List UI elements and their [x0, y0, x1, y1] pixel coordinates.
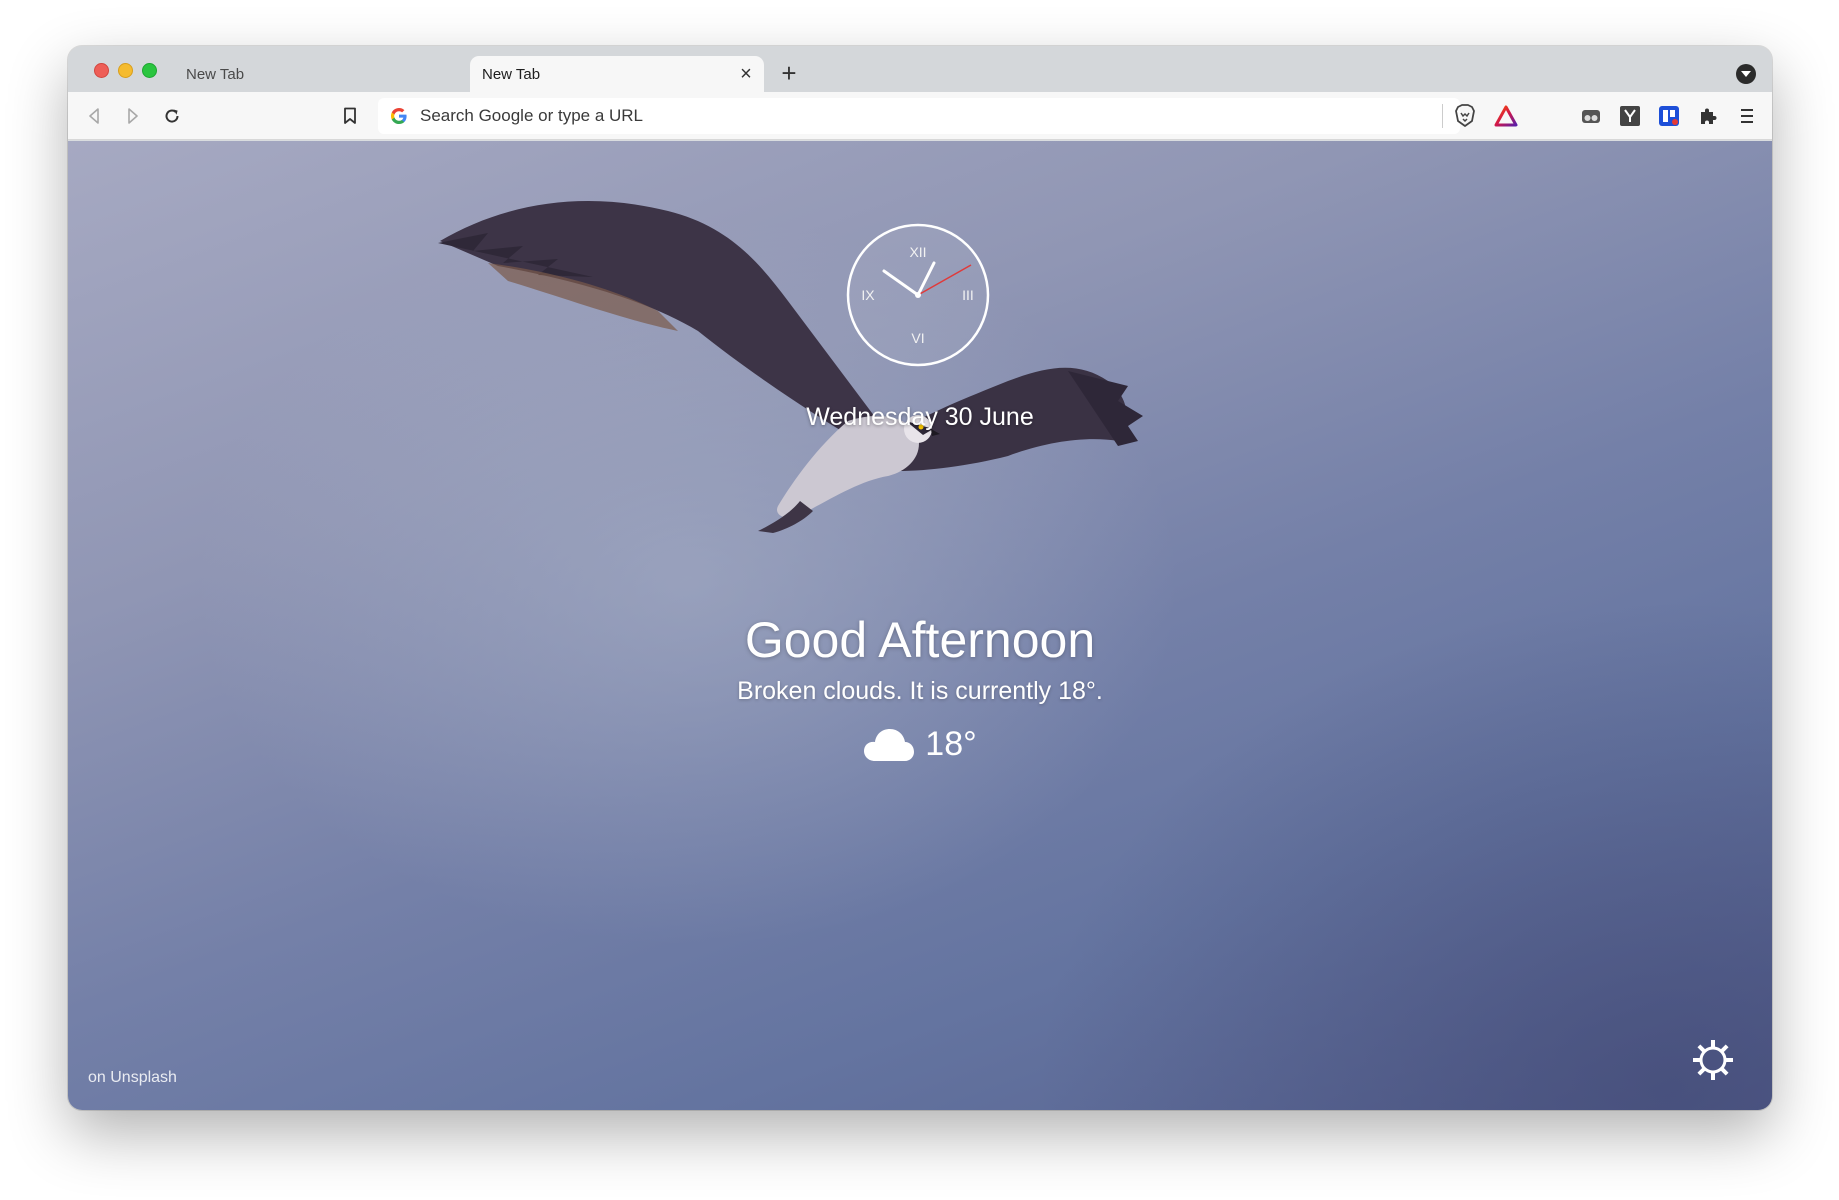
- clock-numeral-9: IX: [861, 287, 875, 303]
- brave-rewards-button[interactable]: [1494, 105, 1518, 127]
- extension-todo-button[interactable]: [1657, 104, 1681, 128]
- tab-strip: New Tab New Tab × +: [68, 46, 1772, 92]
- brave-shields-button[interactable]: [1454, 104, 1478, 128]
- extension-hackernews-button[interactable]: [1618, 104, 1642, 128]
- y-combinator-icon: [1620, 106, 1640, 126]
- bookmark-icon: [344, 107, 356, 124]
- bookmark-button[interactable]: [338, 104, 362, 128]
- puzzle-piece-icon: [1701, 108, 1717, 124]
- omnibox[interactable]: [378, 98, 1518, 134]
- extensions-button[interactable]: [1696, 104, 1720, 128]
- hamburger-menu-icon: [1741, 109, 1753, 123]
- minimize-window-button[interactable]: [118, 63, 133, 78]
- forward-button[interactable]: [121, 104, 145, 128]
- forward-arrow-icon: [128, 108, 138, 124]
- back-button[interactable]: [82, 104, 106, 128]
- osprey-photo-image: [438, 201, 1143, 533]
- reload-button[interactable]: [160, 104, 184, 128]
- reload-icon: [165, 109, 179, 123]
- cloud-icon: [864, 728, 915, 761]
- tab-label: New Tab: [186, 65, 245, 83]
- reader-glasses-icon: [1582, 110, 1600, 123]
- clock-numeral-3: III: [962, 287, 974, 303]
- greeting-heading: Good Afternoon: [744, 612, 1096, 668]
- browser-window: New Tab New Tab × + Search Google or typ…: [68, 46, 1772, 1110]
- close-window-button[interactable]: [94, 63, 109, 78]
- clock-center: [915, 292, 921, 298]
- analog-clock: XII III VI IX: [846, 223, 990, 367]
- omnibox-divider: [1442, 104, 1443, 128]
- temperature-value: 18°: [925, 725, 977, 763]
- weather-description: Broken clouds. It is currently 18°.: [737, 677, 1103, 705]
- weather-summary: 18°: [68, 725, 1772, 764]
- tab-new-tab-1[interactable]: New Tab: [160, 56, 480, 92]
- tab-search-button[interactable]: [1736, 64, 1756, 84]
- brave-rewards-triangle-icon: [1494, 105, 1518, 127]
- date-label: Wednesday 30 June: [806, 403, 1034, 431]
- todo-board-icon: [1659, 106, 1679, 126]
- photo-credit-link[interactable]: on Unsplash: [88, 1069, 177, 1087]
- zoom-window-button[interactable]: [142, 63, 157, 78]
- new-tab-page: XII III VI IX Wednesday 30 June Good Aft…: [68, 141, 1772, 1110]
- google-icon: [391, 108, 407, 124]
- back-arrow-icon: [89, 108, 99, 124]
- gear-icon[interactable]: [1693, 1040, 1733, 1080]
- brave-lion-icon: [1455, 104, 1475, 127]
- clock-numeral-6: VI: [911, 330, 924, 346]
- close-tab-icon[interactable]: ×: [736, 64, 756, 84]
- extension-reader-button[interactable]: [1579, 104, 1603, 128]
- browser-toolbar: [68, 92, 1772, 140]
- clock-numeral-12: XII: [909, 244, 926, 260]
- main-menu-button[interactable]: [1735, 104, 1759, 128]
- omnibox-input[interactable]: [420, 104, 1360, 128]
- tab-label: New Tab: [482, 65, 541, 83]
- tab-new-tab-2[interactable]: New Tab ×: [470, 56, 764, 92]
- new-tab-button[interactable]: +: [776, 60, 802, 86]
